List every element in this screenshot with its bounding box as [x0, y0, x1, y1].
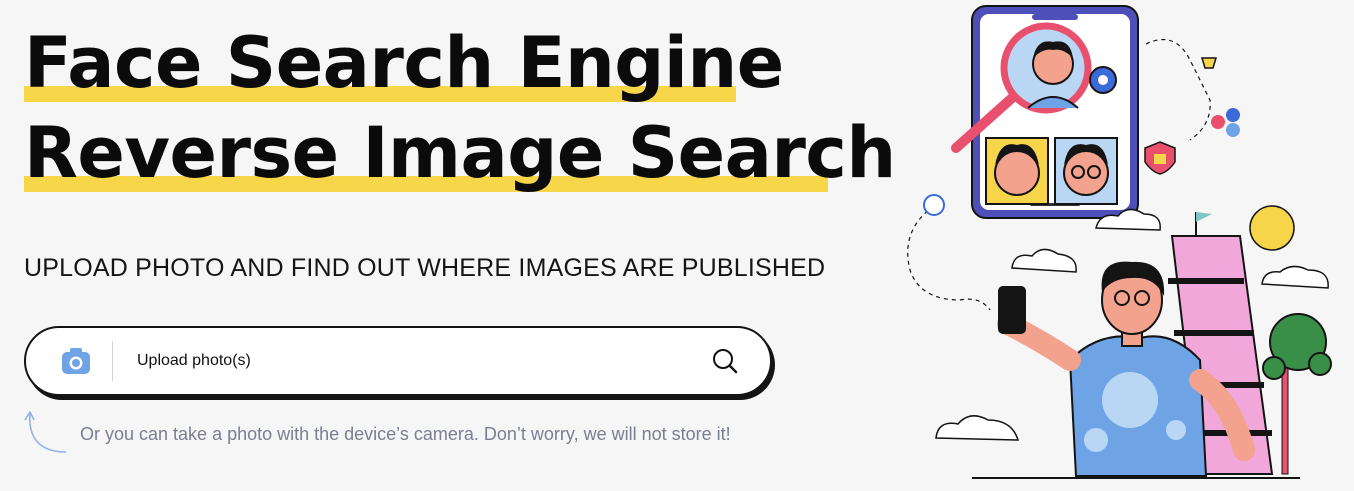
camera-hint: Or you can take a photo with the device’…	[80, 424, 731, 444]
curved-arrow-icon	[24, 411, 67, 453]
divider	[112, 341, 113, 381]
title-line-1: Face Search Engine	[24, 18, 784, 108]
upload-bar[interactable]: Upload photo(s)	[24, 326, 772, 396]
title-line-2: Reverse Image Search	[24, 108, 896, 198]
subtitle: UPLOAD PHOTO AND FIND OUT WHERE IMAGES A…	[24, 254, 826, 282]
camera-icon[interactable]	[58, 343, 94, 379]
upload-photos-button[interactable]: Upload photo(s)	[137, 352, 710, 370]
page-title: Face Search Engine Reverse Image Search	[24, 18, 896, 198]
face-search-illustration	[907, 5, 1332, 479]
search-icon[interactable]	[710, 346, 740, 376]
